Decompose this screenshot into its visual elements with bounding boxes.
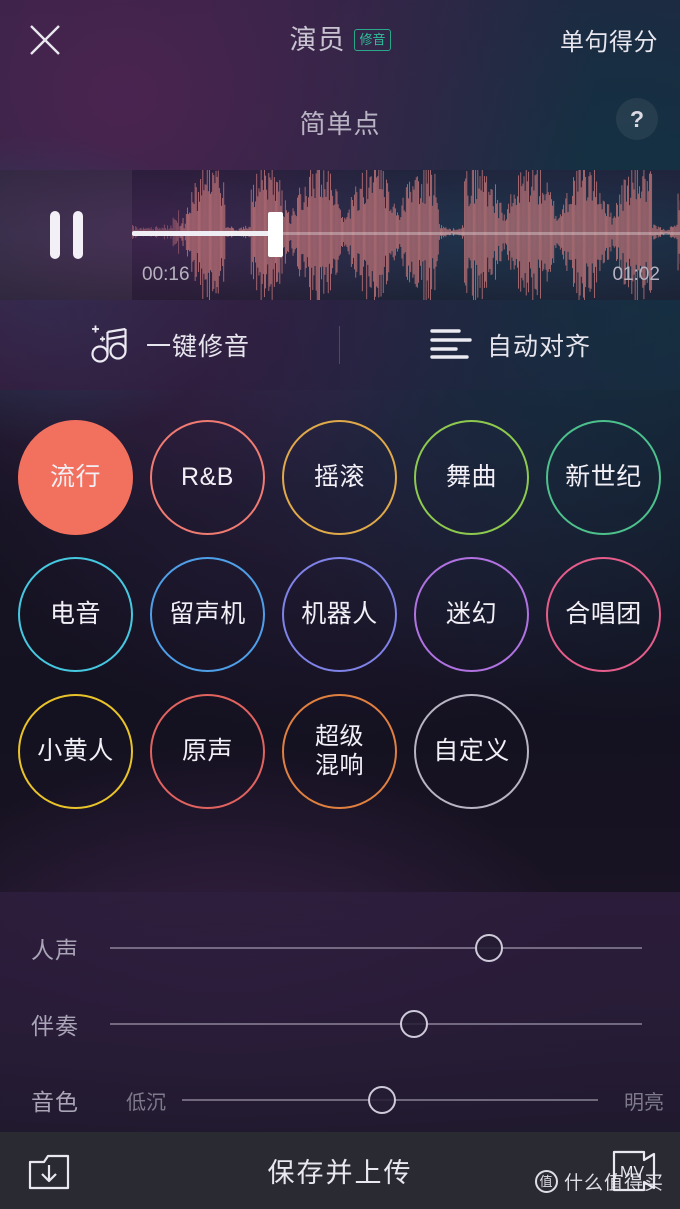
question-mark-icon: ?: [629, 105, 645, 132]
effect-button[interactable]: 流行: [18, 420, 133, 535]
effect-button[interactable]: 机器人: [282, 557, 397, 672]
effect-label: 电音: [49, 599, 101, 628]
watermark: 值 什么值得买: [534, 1168, 664, 1195]
effect-label: 小黄人: [37, 736, 114, 765]
effect-label: 自定义: [433, 736, 510, 765]
slider-thumb[interactable]: [475, 934, 504, 962]
effect-label: 流行: [49, 462, 101, 491]
song-title: 简单点: [299, 109, 381, 139]
progress-filled: [132, 231, 275, 236]
status-badge: 修音: [354, 29, 391, 51]
effect-button[interactable]: 舞曲: [414, 420, 529, 535]
effect-button[interactable]: 留声机: [150, 557, 265, 672]
slider-row: 伴奏: [0, 986, 680, 1062]
effect-grid: 流行 R&B 摇滚 舞曲 新世纪电音 留声机 机器人 迷幻 合唱团小黄人 原声 超级 混响 自定义: [0, 392, 680, 892]
effect-label: 摇滚: [313, 462, 365, 491]
auto-align-label: 自动对齐: [486, 333, 591, 361]
effect-label: 超级 混响: [315, 723, 364, 779]
slider-label: 人声: [31, 937, 79, 963]
effect-row: 电音 留声机 机器人 迷幻 合唱团: [0, 557, 680, 672]
effect-label: R&B: [181, 462, 234, 491]
effect-label: 机器人: [301, 599, 378, 628]
scrubber-handle[interactable]: [268, 212, 283, 257]
slider-max-label: 明亮: [624, 1091, 664, 1114]
effect-label: 迷幻: [445, 599, 497, 628]
align-lines-icon: [429, 326, 473, 365]
slider-row: 人声: [0, 910, 680, 986]
help-button[interactable]: ?: [616, 98, 658, 140]
sentence-score-button[interactable]: 单句得分: [560, 22, 658, 57]
auto-tune-button[interactable]: 一键修音: [0, 321, 340, 370]
watermark-logo-icon: 值: [534, 1170, 558, 1193]
effect-button[interactable]: 迷幻: [414, 557, 529, 672]
slider-row: 音色 低沉 明亮: [0, 1062, 680, 1138]
slider-thumb[interactable]: [368, 1086, 397, 1114]
effect-label: 留声机: [169, 599, 246, 628]
slider-label: 伴奏: [31, 1013, 79, 1039]
slider-control[interactable]: [110, 928, 652, 968]
effect-button[interactable]: 自定义: [414, 694, 529, 809]
effect-button[interactable]: R&B: [150, 420, 265, 535]
effect-row: 流行 R&B 摇滚 舞曲 新世纪: [0, 420, 680, 535]
play-pause-button[interactable]: [0, 170, 132, 300]
effect-row: 小黄人 原声 超级 混响 自定义: [0, 694, 680, 809]
slider-panel: 人声伴奏音色 低沉 明亮: [0, 892, 680, 1132]
auto-tune-label: 一键修音: [145, 333, 250, 361]
pause-icon: [49, 211, 83, 259]
slider-track[interactable]: [110, 947, 642, 949]
effect-button[interactable]: 摇滚: [282, 420, 397, 535]
watermark-text: 什么值得买: [563, 1173, 664, 1194]
total-time-label: 01:02: [612, 264, 660, 285]
effect-button[interactable]: 新世纪: [546, 420, 661, 535]
page-title: 演员: [289, 25, 346, 55]
effect-button[interactable]: 电音: [18, 557, 133, 672]
waveform-player[interactable]: 00:16 01:02: [0, 170, 680, 300]
music-note-sparkle-icon: [90, 321, 132, 370]
slider-thumb[interactable]: [399, 1010, 428, 1038]
top-bar: 演员 修音 单句得分: [0, 0, 680, 78]
song-header: 简单点 ?: [0, 78, 680, 170]
effect-label: 合唱团: [565, 599, 642, 628]
tool-row: 一键修音 自动对齐: [0, 300, 680, 390]
slider-label: 音色: [31, 1089, 79, 1115]
effect-button[interactable]: 合唱团: [546, 557, 661, 672]
effect-label: 新世纪: [565, 462, 642, 491]
slider-min-label: 低沉: [126, 1091, 166, 1114]
slider-control[interactable]: [110, 1004, 652, 1044]
current-time-label: 00:16: [142, 264, 190, 285]
slider-control[interactable]: [182, 1080, 608, 1120]
effect-label: 原声: [181, 736, 233, 765]
effect-button[interactable]: 超级 混响: [282, 694, 397, 809]
effect-button[interactable]: 小黄人: [18, 694, 133, 809]
auto-align-button[interactable]: 自动对齐: [340, 326, 680, 365]
effect-label: 舞曲: [445, 462, 497, 491]
audio-effects-screen: 演员 修音 单句得分 简单点 ? 00:16 01:02 一键修音 自动对齐 流…: [0, 0, 680, 1209]
slider-track[interactable]: [110, 1023, 642, 1025]
effect-button[interactable]: 原声: [150, 694, 265, 809]
